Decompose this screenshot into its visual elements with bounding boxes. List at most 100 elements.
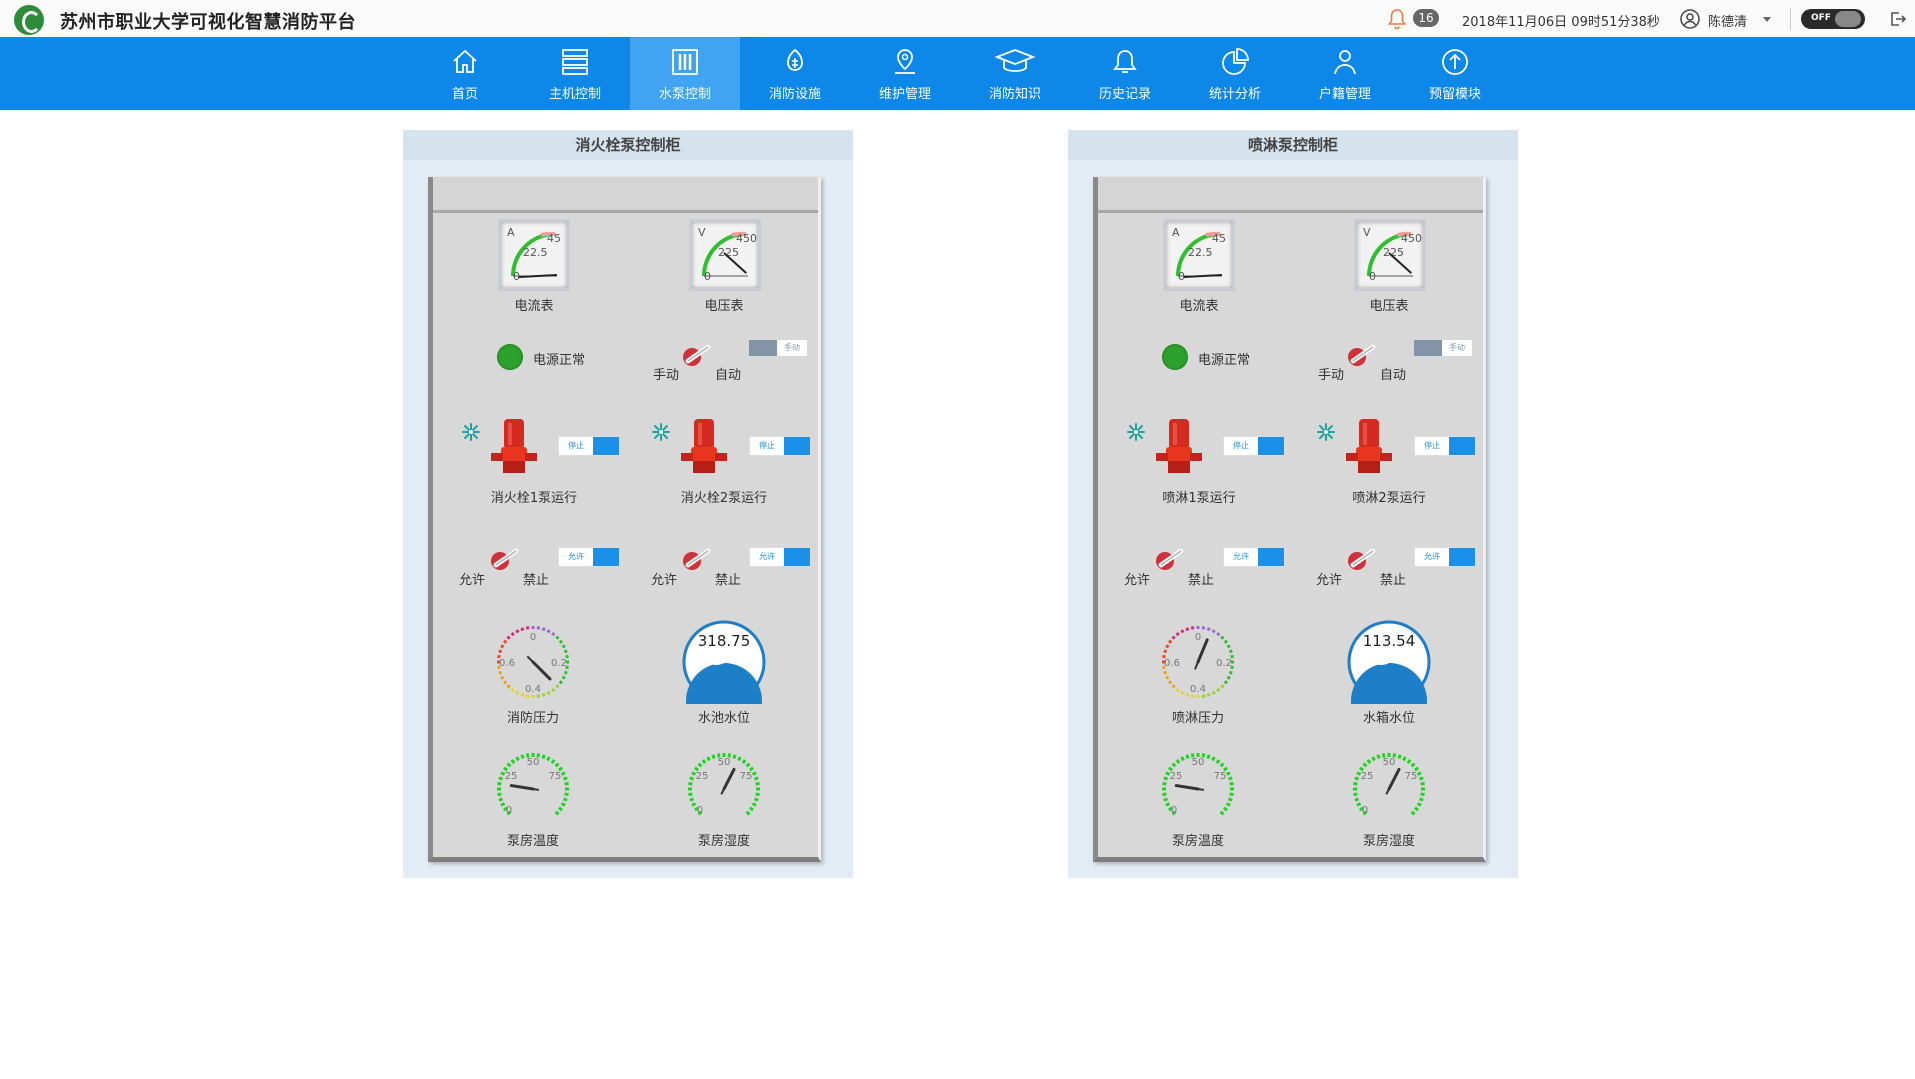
gauge-tick: [550, 758, 556, 764]
perm1-key-switch[interactable]: [486, 544, 520, 574]
gauge-tick: [1165, 802, 1171, 807]
nav-item-pump-control[interactable]: 水泵控制: [630, 37, 740, 110]
gauge-tick: [1226, 675, 1231, 680]
perm1-toggle[interactable]: 允许: [558, 547, 620, 567]
water-level-label: 水箱水位: [1362, 711, 1415, 726]
gauge-needle: [531, 660, 552, 681]
cabinet-body: A 45 22.5 0 电流表 V 450 225 0 电压表 电源正常 手动 自动 手动 停止 消火栓1泵运…: [428, 177, 821, 862]
username[interactable]: 陈德清: [1708, 11, 1747, 30]
gauge-tick: [706, 756, 711, 762]
perm2-key-switch[interactable]: [678, 544, 712, 574]
perm1-toggle[interactable]: 允许: [1223, 547, 1285, 567]
gauge-tick: [1185, 627, 1190, 632]
pressure-label: 消防压力: [506, 711, 559, 726]
notification-count-badge[interactable]: 16: [1413, 9, 1439, 27]
pump2-toggle-label: 停止: [1415, 437, 1449, 455]
gauge-needle: [1174, 784, 1200, 791]
gauge-tick: [1171, 635, 1176, 640]
gauge-tick: [1162, 792, 1167, 797]
notification-bell-icon[interactable]: [1387, 8, 1407, 30]
gauge-tick: [510, 687, 515, 693]
nav-label: 统计分析: [1208, 87, 1261, 102]
gauge-tick: [711, 754, 716, 760]
gauge-tick: [1163, 670, 1168, 675]
mode-toggle[interactable]: 手动: [1414, 340, 1472, 356]
perm2-toggle-label: 允许: [750, 548, 784, 566]
fan-icon: [1317, 423, 1335, 441]
mode-key-switch[interactable]: [1343, 340, 1377, 370]
nav-label: 首页: [451, 87, 478, 102]
logout-icon[interactable]: [1888, 10, 1906, 28]
pump2-toggle[interactable]: 停止: [749, 436, 811, 456]
nav-item-host-control[interactable]: 主机控制: [520, 37, 630, 110]
meter-unit: V: [1363, 226, 1371, 239]
gauge-tick: [688, 781, 693, 786]
ammeter-label: 电流表: [514, 299, 554, 314]
gauge-tick: [497, 781, 502, 786]
perm2-toggle[interactable]: 允许: [749, 547, 811, 567]
gauge-tick: [1223, 639, 1229, 644]
gauge-tick: [564, 792, 569, 797]
gauge-tick: [551, 631, 556, 637]
fire-pump-icon: [1156, 419, 1202, 473]
mode-key-switch[interactable]: [678, 340, 712, 370]
current-datetime: 2018年11月06日 09时51分38秒: [1462, 15, 1660, 30]
humidity-label: 泵房湿度: [1362, 834, 1415, 849]
gauge-tick: [749, 766, 755, 772]
gauge-tick: [1165, 675, 1170, 680]
nav-item-history[interactable]: 历史记录: [1070, 37, 1180, 110]
nav-item-statistics[interactable]: 统计分析: [1180, 37, 1290, 110]
gauge-tick: [520, 692, 525, 697]
pump1-toggle[interactable]: 停止: [558, 436, 620, 456]
gauge-tick: [561, 675, 566, 680]
chevron-down-icon[interactable]: [1763, 17, 1771, 22]
gauge-tick: [1185, 692, 1190, 697]
temperature-label: 泵房温度: [1171, 834, 1224, 849]
cabinet-header: [433, 177, 818, 213]
ammeter: A 45 22.5 0: [498, 219, 570, 291]
gauge-tick: [558, 680, 564, 685]
nav-item-fire-facility[interactable]: 消防设施: [740, 37, 850, 110]
gauge-tick: [555, 684, 560, 689]
gauge-tick: [1376, 754, 1381, 760]
mode-toggle-label: 手动: [777, 340, 807, 356]
gauge-tick: [1354, 776, 1360, 781]
panel-title: 消火栓泵控制柜: [403, 130, 853, 160]
meter-max: 450: [1401, 232, 1422, 245]
nav-item-registry[interactable]: 户籍管理: [1290, 37, 1400, 110]
manual-label: 手动: [1317, 368, 1344, 383]
gauge-tick: [1175, 758, 1181, 764]
ammeter-label: 电流表: [1179, 299, 1219, 314]
gauge-tick-label: 75: [1214, 771, 1227, 782]
gauge-tick-label: 75: [740, 771, 753, 782]
gauge-tick: [560, 802, 566, 807]
gauge-tick-label: 0: [697, 805, 703, 816]
manual-label: 手动: [652, 368, 679, 383]
perm2-key-switch[interactable]: [1343, 544, 1377, 574]
power-status-lamp: [497, 344, 523, 370]
top-bar: 苏州市职业大学可视化智慧消防平台 16 2018年11月06日 09时51分38…: [0, 0, 1915, 38]
perm1-key-switch[interactable]: [1151, 544, 1185, 574]
mode-toggle[interactable]: 手动: [749, 340, 807, 356]
pie-chart-icon: [1222, 48, 1249, 75]
gauge-tick: [500, 675, 505, 680]
fire-facility-icon: [787, 48, 803, 71]
nav-item-home[interactable]: 首页: [410, 37, 520, 110]
gauge-needle: [722, 767, 736, 791]
gauge-tick: [551, 687, 556, 693]
water-level-tank: 113.54: [1347, 620, 1431, 704]
allow-label: 允许: [458, 573, 485, 588]
gauge-tick: [1227, 797, 1233, 802]
deny-label: 禁止: [1379, 573, 1406, 588]
temperature-gauge: 0 25 50 75: [1162, 753, 1234, 816]
user-avatar-icon[interactable]: [1680, 9, 1700, 29]
perm2-toggle[interactable]: 允许: [1414, 547, 1476, 567]
nav-item-maintenance[interactable]: 维护管理: [850, 37, 960, 110]
nav-item-fire-knowledge[interactable]: 消防知识: [960, 37, 1070, 110]
nav-item-reserved[interactable]: 预留模块: [1400, 37, 1510, 110]
pump2-toggle[interactable]: 停止: [1414, 436, 1476, 456]
gauge-tick: [1216, 631, 1221, 637]
power-toggle[interactable]: OFF: [1801, 9, 1865, 29]
pump1-toggle[interactable]: 停止: [1223, 436, 1285, 456]
gauge-tick: [564, 781, 569, 786]
